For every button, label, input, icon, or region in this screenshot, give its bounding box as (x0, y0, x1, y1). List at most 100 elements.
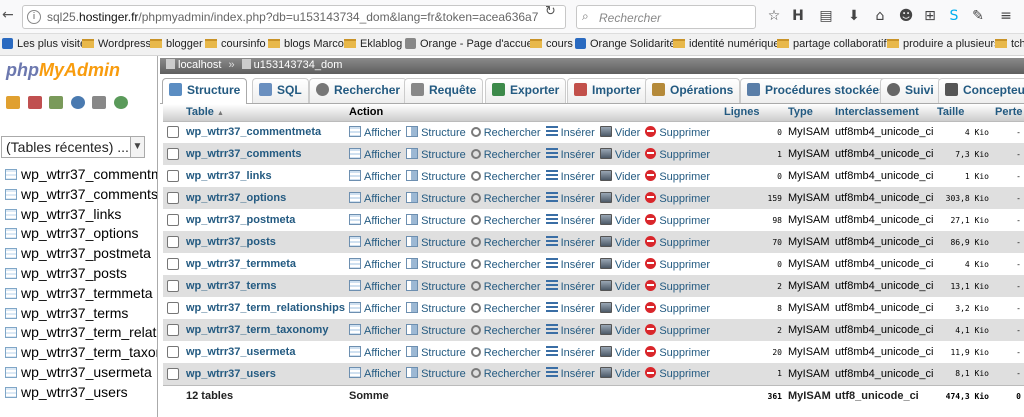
search-action[interactable]: Rechercher (470, 192, 541, 205)
bookmark-item[interactable]: tcha (995, 38, 1024, 50)
empty-action[interactable]: Vider (599, 125, 640, 139)
nav-table-item[interactable]: wp_wtrr37_postmeta (0, 245, 157, 265)
search-action[interactable]: Rechercher (470, 368, 541, 380)
empty-action[interactable]: Vider (599, 279, 640, 293)
tab-operations[interactable]: Opérations (645, 78, 741, 103)
search-action[interactable]: Rechercher (470, 126, 541, 139)
bookmark-item[interactable]: blogger (150, 38, 203, 50)
recent-tables-select[interactable]: (Tables récentes) ... ▼ (1, 136, 145, 158)
row-checkbox[interactable] (167, 126, 179, 139)
nav-table-item[interactable]: wp_wtrr37_term_relationships (0, 324, 157, 344)
table-name-link[interactable]: wp_wtrr37_users (183, 363, 346, 385)
breadcrumb-server[interactable]: localhost (178, 59, 221, 71)
search-action[interactable]: Rechercher (470, 214, 541, 227)
bookmark-star-icon[interactable]: ☆ (766, 8, 782, 24)
structure-action[interactable]: Structure (406, 367, 466, 380)
row-checkbox[interactable] (167, 346, 179, 359)
extension-icon[interactable]: ⊞ (922, 8, 938, 24)
nav-table-item[interactable]: wp_wtrr37_usermeta (0, 364, 157, 384)
hostinger-icon[interactable]: H (790, 8, 806, 24)
tab-query[interactable]: Requête (404, 78, 484, 103)
bookmark-item[interactable]: Wordpress (82, 38, 151, 50)
header-table[interactable]: Table ▲ (183, 104, 346, 122)
structure-action[interactable]: Structure (406, 345, 466, 359)
drop-action[interactable]: Supprimer (645, 301, 710, 315)
empty-action[interactable]: Vider (599, 235, 640, 249)
structure-action[interactable]: Structure (406, 323, 466, 337)
row-checkbox[interactable] (167, 170, 179, 183)
url-text[interactable]: sql25.hostinger.fr/phpmyadmin/index.php?… (47, 10, 547, 24)
search-action[interactable]: Rechercher (470, 280, 541, 293)
empty-action[interactable]: Vider (599, 147, 640, 161)
browse-action[interactable]: Afficher (349, 213, 401, 227)
empty-action[interactable]: Vider (599, 367, 640, 380)
browse-action[interactable]: Afficher (349, 345, 401, 359)
nav-table-item[interactable]: wp_wtrr37_users (0, 384, 157, 404)
row-checkbox[interactable] (167, 280, 179, 293)
insert-action[interactable]: Insérer (545, 367, 595, 380)
menu-icon[interactable]: ≡ (998, 8, 1014, 24)
browse-action[interactable]: Afficher (349, 257, 401, 271)
insert-action[interactable]: Insérer (545, 169, 595, 183)
insert-action[interactable]: Insérer (545, 345, 595, 359)
breadcrumb-database[interactable]: u153143734_dom (254, 59, 343, 71)
tab-export[interactable]: Exporter (485, 78, 567, 103)
query-window-icon[interactable] (49, 96, 63, 109)
search-action[interactable]: Rechercher (470, 148, 541, 161)
empty-action[interactable]: Vider (599, 301, 640, 315)
header-overhead[interactable]: Perte (992, 104, 1024, 122)
header-type[interactable]: Type (785, 104, 832, 122)
drop-action[interactable]: Supprimer (645, 367, 710, 380)
row-checkbox[interactable] (167, 258, 179, 271)
back-arrow-icon[interactable]: ← (2, 7, 14, 23)
table-name-link[interactable]: wp_wtrr37_comments (183, 143, 346, 165)
insert-action[interactable]: Insérer (545, 125, 595, 139)
row-checkbox[interactable] (167, 236, 179, 249)
bookmark-item[interactable]: Orange - Page d'accueil (405, 38, 538, 50)
row-checkbox[interactable] (167, 192, 179, 205)
clipboard-icon[interactable]: ▤ (818, 8, 834, 24)
row-checkbox[interactable] (167, 214, 179, 227)
structure-action[interactable]: Structure (406, 213, 466, 227)
tab-search[interactable]: Rechercher (309, 78, 408, 103)
structure-action[interactable]: Structure (406, 147, 466, 161)
drop-action[interactable]: Supprimer (645, 345, 710, 359)
row-checkbox[interactable] (167, 367, 179, 380)
bookmark-item[interactable]: produire a plusieurs (887, 38, 1000, 50)
structure-action[interactable]: Structure (406, 301, 466, 315)
drop-action[interactable]: Supprimer (645, 125, 710, 139)
insert-action[interactable]: Insérer (545, 191, 595, 205)
empty-action[interactable]: Vider (599, 323, 640, 337)
bookmark-item[interactable]: partage collaboratif (777, 38, 887, 50)
table-name-link[interactable]: wp_wtrr37_term_relationships (183, 297, 346, 319)
nav-table-item[interactable]: wp_wtrr37_links (0, 206, 157, 226)
row-checkbox[interactable] (167, 148, 179, 161)
nav-table-item[interactable]: wp_wtrr37_term_taxonomy (0, 344, 157, 364)
empty-action[interactable]: Vider (599, 345, 640, 359)
bookmark-item[interactable]: coursinfo (205, 38, 266, 50)
drop-action[interactable]: Supprimer (645, 257, 710, 271)
download-icon[interactable]: ⬇ (846, 8, 862, 24)
structure-action[interactable]: Structure (406, 169, 466, 183)
tab-sql[interactable]: SQL (252, 78, 309, 103)
insert-action[interactable]: Insérer (545, 301, 595, 315)
nav-table-item[interactable]: wp_wtrr37_posts (0, 265, 157, 285)
structure-action[interactable]: Structure (406, 191, 466, 205)
structure-action[interactable]: Structure (406, 279, 466, 293)
nav-table-item[interactable]: wp_wtrr37_termmeta (0, 285, 157, 305)
reload-nav-icon[interactable] (113, 96, 128, 109)
settings-icon[interactable] (92, 96, 106, 109)
browser-search-box[interactable]: ⌕ Rechercher (576, 5, 756, 29)
docs-icon[interactable] (70, 96, 85, 109)
table-name-link[interactable]: wp_wtrr37_usermeta (183, 341, 346, 363)
drop-action[interactable]: Supprimer (645, 169, 710, 183)
structure-action[interactable]: Structure (406, 235, 466, 249)
browse-action[interactable]: Afficher (349, 301, 401, 315)
header-size[interactable]: Taille (934, 104, 992, 122)
insert-action[interactable]: Insérer (545, 257, 595, 271)
browse-action[interactable]: Afficher (349, 169, 401, 183)
table-name-link[interactable]: wp_wtrr37_postmeta (183, 209, 346, 231)
address-bar[interactable]: i sql25.hostinger.fr/phpmyadmin/index.ph… (22, 5, 566, 29)
browse-action[interactable]: Afficher (349, 147, 401, 161)
logout-icon[interactable] (27, 96, 42, 109)
